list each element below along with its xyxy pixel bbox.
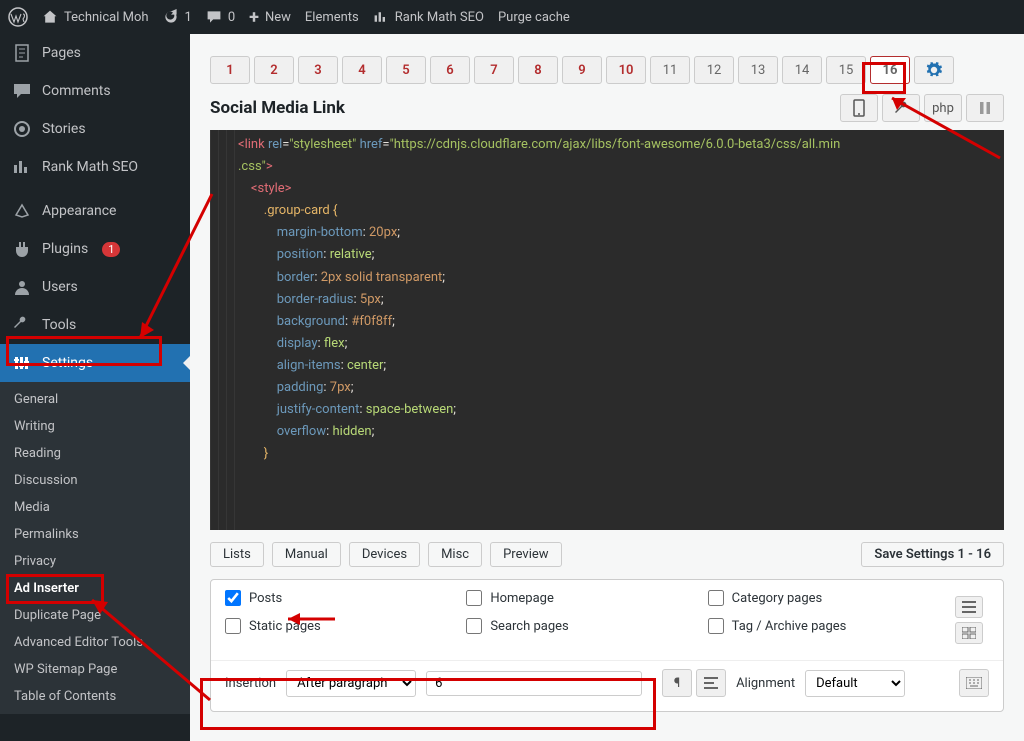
- sidebar-sub-privacy[interactable]: Privacy: [0, 548, 190, 575]
- tab-settings-gear[interactable]: [914, 56, 954, 84]
- insertion-select[interactable]: After paragraph: [286, 670, 416, 697]
- alignment-select[interactable]: Default: [805, 670, 905, 697]
- save-button[interactable]: Save Settings 1 - 16: [861, 542, 1004, 567]
- tab-1[interactable]: 1: [210, 56, 250, 84]
- check-category-pages[interactable]: Category pages: [708, 590, 941, 606]
- tab-4[interactable]: 4: [342, 56, 382, 84]
- devices-button[interactable]: Devices: [349, 542, 420, 567]
- block-tabs: 12345678910111213141516: [210, 56, 1004, 84]
- comment-count: 0: [228, 10, 235, 25]
- tab-5[interactable]: 5: [386, 56, 426, 84]
- sidebar-sub-discussion[interactable]: Discussion: [0, 467, 190, 494]
- alignment-label: Alignment: [736, 676, 795, 691]
- check-homepage[interactable]: Homepage: [466, 590, 699, 606]
- lists-button[interactable]: Lists: [210, 542, 264, 567]
- sidebar-item-rank-math-seo[interactable]: Rank Math SEO: [0, 148, 190, 186]
- tab-7[interactable]: 7: [474, 56, 514, 84]
- insertion-label: Insertion: [225, 676, 276, 691]
- new-button[interactable]: +New: [249, 7, 291, 28]
- pilcrow-icon[interactable]: ¶: [662, 669, 692, 697]
- sidebar-sub-writing[interactable]: Writing: [0, 413, 190, 440]
- comments[interactable]: 0: [206, 9, 235, 25]
- preview-button[interactable]: Preview: [490, 542, 561, 567]
- sidebar-item-tools[interactable]: Tools: [0, 306, 190, 344]
- keyboard-icon[interactable]: [959, 669, 989, 697]
- rankmath-link[interactable]: Rank Math SEO: [373, 9, 484, 25]
- sidebar-item-settings[interactable]: Settings: [0, 344, 190, 382]
- sidebar-item-users[interactable]: Users: [0, 268, 190, 306]
- wrench-icon[interactable]: [882, 94, 920, 122]
- gutter: [210, 130, 236, 530]
- sidebar-sub-permalinks[interactable]: Permalinks: [0, 521, 190, 548]
- tab-14[interactable]: 14: [782, 56, 822, 84]
- misc-button[interactable]: Misc: [428, 542, 482, 567]
- site-name-label: Technical Moh: [64, 10, 149, 25]
- sidebar-sub-ad-inserter[interactable]: Ad Inserter: [0, 575, 190, 602]
- tab-8[interactable]: 8: [518, 56, 558, 84]
- tab-12[interactable]: 12: [694, 56, 734, 84]
- php-button[interactable]: php: [924, 94, 962, 122]
- sidebar-sub-wp-sitemap-page[interactable]: WP Sitemap Page: [0, 656, 190, 683]
- sidebar-item-stories[interactable]: Stories: [0, 110, 190, 148]
- refresh[interactable]: 1: [163, 9, 192, 25]
- rankmath-label: Rank Math SEO: [395, 10, 484, 25]
- check-search-pages[interactable]: Search pages: [466, 618, 699, 634]
- sidebar-sub-reading[interactable]: Reading: [0, 440, 190, 467]
- tab-16[interactable]: 16: [870, 56, 910, 84]
- options-box: Posts Static pages Homepage Search pages…: [210, 579, 1004, 712]
- admin-sidebar: PagesCommentsStoriesRank Math SEO Appeara…: [0, 34, 190, 741]
- new-label: New: [265, 10, 291, 25]
- sidebar-item-plugins[interactable]: Plugins1: [0, 230, 190, 268]
- sidebar-sub-general[interactable]: General: [0, 386, 190, 413]
- pause-icon[interactable]: [966, 94, 1004, 122]
- wp-logo[interactable]: [8, 7, 28, 27]
- tab-9[interactable]: 9: [562, 56, 602, 84]
- main-content: 12345678910111213141516 Social Media Lin…: [190, 34, 1024, 741]
- sidebar-sub-duplicate-page[interactable]: Duplicate Page: [0, 602, 190, 629]
- sidebar-sub-media[interactable]: Media: [0, 494, 190, 521]
- tab-3[interactable]: 3: [298, 56, 338, 84]
- elements-link[interactable]: Elements: [305, 10, 359, 25]
- sidebar-item-comments[interactable]: Comments: [0, 72, 190, 110]
- admin-toolbar: Technical Moh 1 0 +New Elements Rank Mat…: [0, 0, 1024, 34]
- tab-11[interactable]: 11: [650, 56, 690, 84]
- sidebar-item-appearance[interactable]: Appearance: [0, 192, 190, 230]
- mobile-icon[interactable]: [840, 94, 878, 122]
- check-posts[interactable]: Posts: [225, 590, 458, 606]
- tab-15[interactable]: 15: [826, 56, 866, 84]
- purge-cache-link[interactable]: Purge cache: [498, 10, 570, 25]
- check-tag-archive-pages[interactable]: Tag / Archive pages: [708, 618, 941, 634]
- list-icon[interactable]: [955, 596, 983, 618]
- sidebar-sub-table-of-contents[interactable]: Table of Contents: [0, 683, 190, 710]
- align-icon[interactable]: [696, 669, 726, 697]
- tab-13[interactable]: 13: [738, 56, 778, 84]
- check-static-pages[interactable]: Static pages: [225, 618, 458, 634]
- tab-2[interactable]: 2: [254, 56, 294, 84]
- tab-6[interactable]: 6: [430, 56, 470, 84]
- sidebar-sub-advanced-editor-tools[interactable]: Advanced Editor Tools: [0, 629, 190, 656]
- site-name[interactable]: Technical Moh: [42, 9, 149, 25]
- grid-icon[interactable]: [955, 622, 983, 644]
- sidebar-item-pages[interactable]: Pages: [0, 34, 190, 72]
- tab-10[interactable]: 10: [606, 56, 646, 84]
- code-editor[interactable]: <link rel="stylesheet" href="https://cdn…: [210, 130, 1004, 530]
- block-title: Social Media Link: [210, 98, 345, 118]
- refresh-count: 1: [185, 10, 192, 25]
- manual-button[interactable]: Manual: [272, 542, 341, 567]
- insertion-number[interactable]: [426, 671, 642, 696]
